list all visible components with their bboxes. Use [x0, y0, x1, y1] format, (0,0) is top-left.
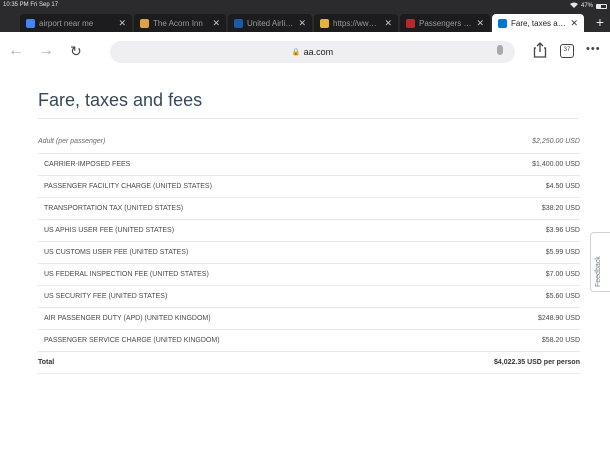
more-options-icon[interactable]: •••	[586, 43, 601, 55]
close-icon[interactable]: ✕	[118, 18, 126, 29]
status-indicators: 47%	[569, 2, 607, 10]
tab-3[interactable]: https://www.gc ✕	[314, 14, 398, 32]
table-row: US FEDERAL INSPECTION FEE (UNITED STATES…	[38, 264, 580, 286]
tab-4[interactable]: Passengers – F ✕	[400, 14, 490, 32]
acorn-inn-icon	[140, 18, 149, 28]
aa-eagle-icon	[406, 18, 415, 28]
row-amount: $5.99 USD	[545, 249, 580, 256]
tab-title: Passengers – F	[419, 18, 473, 28]
row-amount: $248.90 USD	[537, 315, 580, 322]
table-row: US CUSTOMS USER FEE (UNITED STATES) $5.9…	[38, 242, 580, 264]
total-row: Total $4,022.35 USD per person	[38, 352, 580, 374]
table-row: CARRIER-IMPOSED FEES $1,400.00 USD	[38, 154, 580, 176]
close-icon[interactable]: ✕	[384, 18, 392, 29]
close-icon[interactable]: ✕	[570, 18, 578, 29]
total-amount: $4,022.35 USD per person	[494, 359, 580, 366]
row-amount: $3.96 USD	[545, 227, 580, 234]
table-row: US SECURITY FEE (UNITED STATES) $5.60 US…	[38, 286, 580, 308]
united-globe-icon	[234, 18, 243, 28]
lock-icon: 🔒	[291, 49, 301, 56]
close-icon[interactable]: ✕	[212, 18, 220, 29]
row-label: PASSENGER SERVICE CHARGE (UNITED KINGDOM…	[44, 337, 220, 344]
tab-title: The Acorn Inn	[153, 18, 203, 28]
new-tab-plus-icon[interactable]: +	[596, 13, 604, 31]
tab-2[interactable]: United Airlines ✕	[228, 14, 312, 32]
tab-5-active[interactable]: Fare, taxes and ✕	[492, 14, 584, 32]
page-icon	[320, 18, 329, 28]
row-label: AIR PASSENGER DUTY (APD) (UNITED KINGDOM…	[44, 315, 211, 322]
tab-strip: airport near me ✕ The Acorn Inn ✕ United…	[0, 12, 610, 32]
browser-chrome: 10:35 PM Fri Sep 17 47% airport near me …	[0, 0, 610, 72]
row-label: US FEDERAL INSPECTION FEE (UNITED STATES…	[44, 271, 209, 278]
wifi-icon	[569, 2, 578, 10]
row-amount: $5.60 USD	[545, 293, 580, 300]
feedback-label: Feedback	[595, 256, 602, 287]
fare-table: Adult (per passenger) $2,250.00 USD CARR…	[38, 130, 580, 374]
close-icon[interactable]: ✕	[476, 18, 484, 29]
aa-eagle-icon	[498, 18, 507, 28]
row-label: US APHIS USER FEE (UNITED STATES)	[44, 227, 175, 234]
tab-1[interactable]: The Acorn Inn ✕	[134, 14, 226, 32]
battery-percent: 47%	[580, 3, 593, 9]
google-g-icon	[26, 18, 35, 28]
address-bar[interactable]: 🔒 aa.com	[110, 41, 515, 63]
tab-title: https://www.gc	[333, 18, 381, 28]
tab-title: Fare, taxes and	[511, 18, 567, 28]
microphone-icon[interactable]	[497, 45, 503, 55]
status-time: 10:35 PM Fri Sep 17	[3, 2, 59, 8]
row-label: TRANSPORTATION TAX (UNITED STATES)	[44, 205, 184, 212]
row-amount: $2,250.00 USD	[532, 138, 580, 145]
status-bar: 10:35 PM Fri Sep 17 47%	[0, 0, 610, 11]
row-label: Adult (per passenger)	[38, 138, 106, 145]
table-row: PASSENGER FACILITY CHARGE (UNITED STATES…	[38, 176, 580, 198]
row-amount: $58.20 USD	[541, 337, 580, 344]
browser-toolbar: ← → ↻ 🔒 aa.com 37 •••	[0, 32, 610, 72]
share-icon[interactable]	[533, 42, 547, 58]
reload-icon[interactable]: ↻	[70, 42, 82, 60]
table-row: PASSENGER SERVICE CHARGE (UNITED KINGDOM…	[38, 330, 580, 352]
row-amount: $7.00 USD	[545, 271, 580, 278]
row-amount: $1,400.00 USD	[532, 161, 580, 168]
title-divider	[38, 118, 578, 119]
table-row: AIR PASSENGER DUTY (APD) (UNITED KINGDOM…	[38, 308, 580, 330]
tab-0[interactable]: airport near me ✕	[20, 14, 132, 32]
url-text: aa.com	[303, 47, 334, 57]
table-row: Adult (per passenger) $2,250.00 USD	[38, 130, 580, 154]
tab-title: United Airlines	[247, 18, 295, 28]
forward-arrow-icon[interactable]: →	[38, 42, 54, 60]
battery-icon	[596, 3, 607, 9]
close-icon[interactable]: ✕	[298, 18, 306, 29]
row-label: US SECURITY FEE (UNITED STATES)	[44, 293, 168, 300]
tab-switcher-button[interactable]: 37	[560, 44, 574, 58]
row-label: US CUSTOMS USER FEE (UNITED STATES)	[44, 249, 189, 256]
feedback-button[interactable]: Feedback	[590, 232, 610, 292]
row-label: PASSENGER FACILITY CHARGE (UNITED STATES…	[44, 183, 212, 190]
table-row: US APHIS USER FEE (UNITED STATES) $3.96 …	[38, 220, 580, 242]
total-label: Total	[38, 359, 55, 366]
row-amount: $4.50 USD	[545, 183, 580, 190]
row-label: CARRIER-IMPOSED FEES	[44, 161, 131, 168]
table-row: TRANSPORTATION TAX (UNITED STATES) $38.2…	[38, 198, 580, 220]
page-title: Fare, taxes and fees	[38, 90, 203, 110]
back-arrow-icon[interactable]: ←	[8, 42, 24, 60]
row-amount: $38.20 USD	[541, 205, 580, 212]
tab-title: airport near me	[39, 18, 94, 28]
